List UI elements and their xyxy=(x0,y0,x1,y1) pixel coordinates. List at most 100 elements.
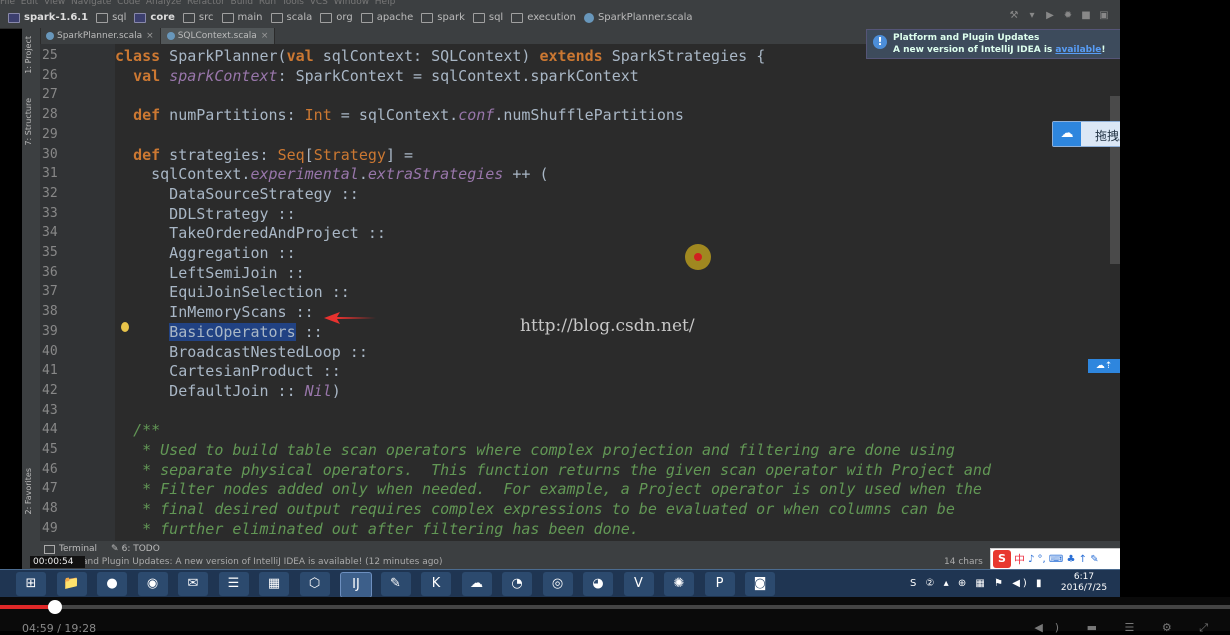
line-number: 30 xyxy=(42,146,58,162)
code-line[interactable]: DDLStrategy :: xyxy=(115,205,295,223)
notes-icon[interactable]: ✎ xyxy=(380,572,411,596)
breadcrumb-item[interactable]: main xyxy=(221,12,263,23)
todo-tool-button[interactable]: ✎ 6: TODO xyxy=(111,544,160,554)
code-line[interactable]: InMemoryScans :: xyxy=(115,303,314,321)
left-tool-strip: 1: Project 7: Structure 2: Favorites xyxy=(22,28,41,541)
code-line[interactable]: val sparkContext: SparkContext = sqlCont… xyxy=(115,67,639,85)
breadcrumb-file[interactable]: SparkPlanner.scala xyxy=(583,12,693,23)
code-line[interactable]: * Filter nodes added only when needed. F… xyxy=(115,480,982,498)
code-line[interactable]: * further eliminated out after filtering… xyxy=(115,520,639,538)
progress-knob[interactable] xyxy=(48,600,63,614)
code-line[interactable]: * final desired output requires complex … xyxy=(115,500,955,518)
start-button[interactable]: ⊞ xyxy=(16,572,46,596)
breadcrumb-item[interactable]: org xyxy=(320,12,353,23)
code-line[interactable]: CartesianProduct :: xyxy=(115,362,341,380)
pet-app-icon[interactable]: ◙ xyxy=(745,572,775,596)
project-tool-button[interactable]: 1: Project xyxy=(24,36,33,74)
intellij-icon[interactable]: IJ xyxy=(340,572,372,598)
code-line[interactable]: BasicOperators :: xyxy=(115,322,323,341)
folder-icon xyxy=(270,12,283,23)
menu-bar[interactable]: File Edit View Navigate Code Analyze Ref… xyxy=(0,0,1120,7)
breadcrumb-item[interactable]: spark xyxy=(421,12,465,23)
ppt-icon[interactable]: P xyxy=(704,572,735,596)
breadcrumb-item[interactable]: apache xyxy=(360,12,413,23)
ime-tools-icon[interactable]: ♪ °, ⌨ ♣ ↑ ✎ xyxy=(1028,554,1099,565)
line-number: 39 xyxy=(42,323,58,339)
code-line[interactable]: BroadcastNestedLoop :: xyxy=(115,343,368,361)
code-line[interactable]: sqlContext.experimental.extraStrategies … xyxy=(115,165,548,183)
run-icon[interactable]: ▶ xyxy=(1044,10,1056,22)
run-config-dropdown-icon[interactable]: ▾ xyxy=(1026,10,1038,22)
code-line[interactable]: class SparkPlanner(val sqlContext: SQLCo… xyxy=(115,47,765,65)
ime-toolbar[interactable]: S 中 ♪ °, ⌨ ♣ ↑ ✎ xyxy=(990,548,1124,570)
close-tab-icon[interactable]: × xyxy=(146,31,154,41)
code-line[interactable]: LeftSemiJoin :: xyxy=(115,264,304,282)
intention-bulb-icon[interactable] xyxy=(121,322,129,332)
line-number: 27 xyxy=(42,87,58,103)
mini-upload-button[interactable]: ☁⇡ xyxy=(1088,359,1120,373)
breadcrumb-item[interactable]: sql xyxy=(472,12,503,23)
favorites-tool-button[interactable]: 2: Favorites xyxy=(24,468,33,514)
breadcrumb-item[interactable]: scala xyxy=(270,12,312,23)
line-number: 34 xyxy=(42,225,58,241)
code-line[interactable]: /** xyxy=(115,421,160,439)
qq-browser-icon[interactable]: ⬡ xyxy=(299,572,330,596)
ime-mode-label[interactable]: 中 xyxy=(1014,551,1025,567)
breadcrumb-label: core xyxy=(150,12,175,23)
editor-tab[interactable]: SparkPlanner.scala × xyxy=(40,28,161,44)
line-number: 49 xyxy=(42,520,58,536)
breadcrumb-label: sql xyxy=(112,12,127,23)
code-line[interactable]: DefaultJoin :: Nil) xyxy=(115,382,341,400)
sdk-icon[interactable]: ▣ xyxy=(1098,10,1110,22)
editor-tab[interactable]: SQLContext.scala × xyxy=(160,28,276,44)
code-editor[interactable]: 25 26 27 28 29 30 31 32 33 34 35 36 37 38 39 40 41 42 43 44… xyxy=(40,44,1120,541)
terminal-tool-button[interactable]: Terminal xyxy=(44,544,97,554)
breadcrumb-item[interactable]: execution xyxy=(511,12,576,23)
scala-file-icon xyxy=(583,12,594,23)
terminal-icon[interactable]: ☰ xyxy=(218,572,249,596)
code-line[interactable]: EquiJoinSelection :: xyxy=(115,283,350,301)
video-app-icon[interactable]: V xyxy=(623,572,654,596)
stop-icon[interactable]: ■ xyxy=(1080,10,1092,22)
editor-gutter[interactable]: 25 26 27 28 29 30 31 32 33 34 35 36 37 38 39 40 41 42 43 44… xyxy=(40,44,115,541)
code-line[interactable]: Aggregation :: xyxy=(115,244,295,262)
system-tray[interactable]: S ② ▴ ⊕ ▦ ⚑ ◀) ▮ xyxy=(910,578,1044,589)
debug-icon[interactable]: ✹ xyxy=(1062,10,1074,22)
k-app-icon[interactable]: K xyxy=(421,572,451,596)
breadcrumb-item[interactable]: spark-1.6.1 xyxy=(8,12,88,23)
code-line[interactable]: def numPartitions: Int = sqlContext.conf… xyxy=(115,106,684,124)
code-line[interactable]: def strategies: Seq[Strategy] = xyxy=(115,146,413,164)
wechat-icon[interactable]: ✉ xyxy=(178,572,208,596)
code-line[interactable]: * separate physical operators. This func… xyxy=(115,461,991,479)
firefox-icon[interactable]: ● xyxy=(97,572,127,596)
letterbox-right xyxy=(1120,0,1230,597)
notification-available-link[interactable]: available xyxy=(1055,45,1101,55)
close-tab-icon[interactable]: × xyxy=(261,31,269,41)
breadcrumb-item[interactable]: sql xyxy=(96,12,126,23)
photo-app-icon[interactable]: ✺ xyxy=(664,572,694,596)
app-icon[interactable]: ▦ xyxy=(259,572,289,596)
explorer-icon[interactable]: 📁 xyxy=(56,572,87,596)
todo-label: 6: TODO xyxy=(121,544,160,554)
breadcrumb-item[interactable]: src xyxy=(182,12,214,23)
line-number: 48 xyxy=(42,501,58,517)
chrome-icon[interactable]: ◎ xyxy=(542,572,573,596)
player-buttons[interactable]: ◀) ▬ ☰ ⚙ ⤢ xyxy=(1034,621,1220,635)
build-icon[interactable]: ⚒ xyxy=(1008,10,1020,22)
line-number: 37 xyxy=(42,284,58,300)
tab-label: SQLContext.scala xyxy=(177,31,257,41)
code-line[interactable]: * Used to build table scan operators whe… xyxy=(115,441,955,459)
taskbar-clock[interactable]: 6:17 2016/7/25 xyxy=(1054,572,1114,594)
cloud-drive-icon[interactable]: ☁ xyxy=(461,572,492,596)
code-line[interactable]: TakeOrderedAndProject :: xyxy=(115,224,386,242)
structure-tool-button[interactable]: 7: Structure xyxy=(24,98,33,146)
qq-icon[interactable]: ◕ xyxy=(583,572,613,596)
browser-icon[interactable]: ◔ xyxy=(502,572,532,596)
breadcrumb-label: spark xyxy=(437,12,465,23)
recorder-icon[interactable]: ◉ xyxy=(137,572,168,596)
breadcrumb-item[interactable]: core xyxy=(134,12,175,23)
code-line[interactable]: DataSourceStrategy :: xyxy=(115,185,359,203)
status-message[interactable]: and Plugin Updates: A new version of Int… xyxy=(82,557,442,567)
update-notification[interactable]: ! Platform and Plugin Updates A new vers… xyxy=(866,29,1122,59)
progress-track[interactable] xyxy=(0,605,1230,609)
